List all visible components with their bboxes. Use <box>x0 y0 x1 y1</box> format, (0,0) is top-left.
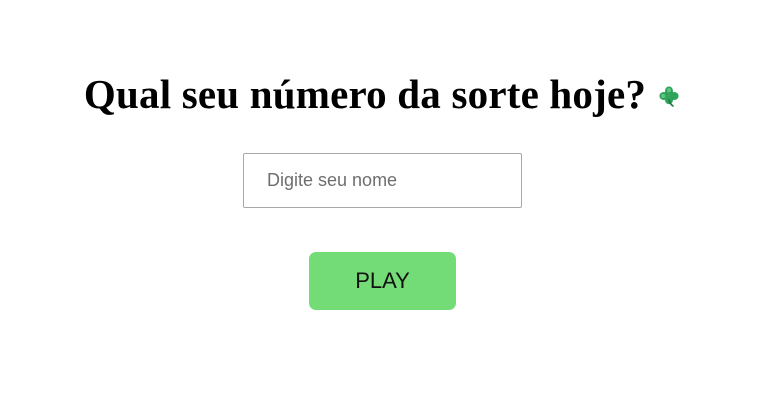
page-title: Qual seu número da sorte hoje? <box>83 71 647 117</box>
page: Qual seu número da sorte hoje? PLAY <box>0 0 764 420</box>
play-button[interactable]: PLAY <box>309 252 456 310</box>
title-row: Qual seu número da sorte hoje? <box>0 70 764 118</box>
four-leaf-clover-icon <box>658 85 680 107</box>
name-input[interactable] <box>243 153 522 208</box>
